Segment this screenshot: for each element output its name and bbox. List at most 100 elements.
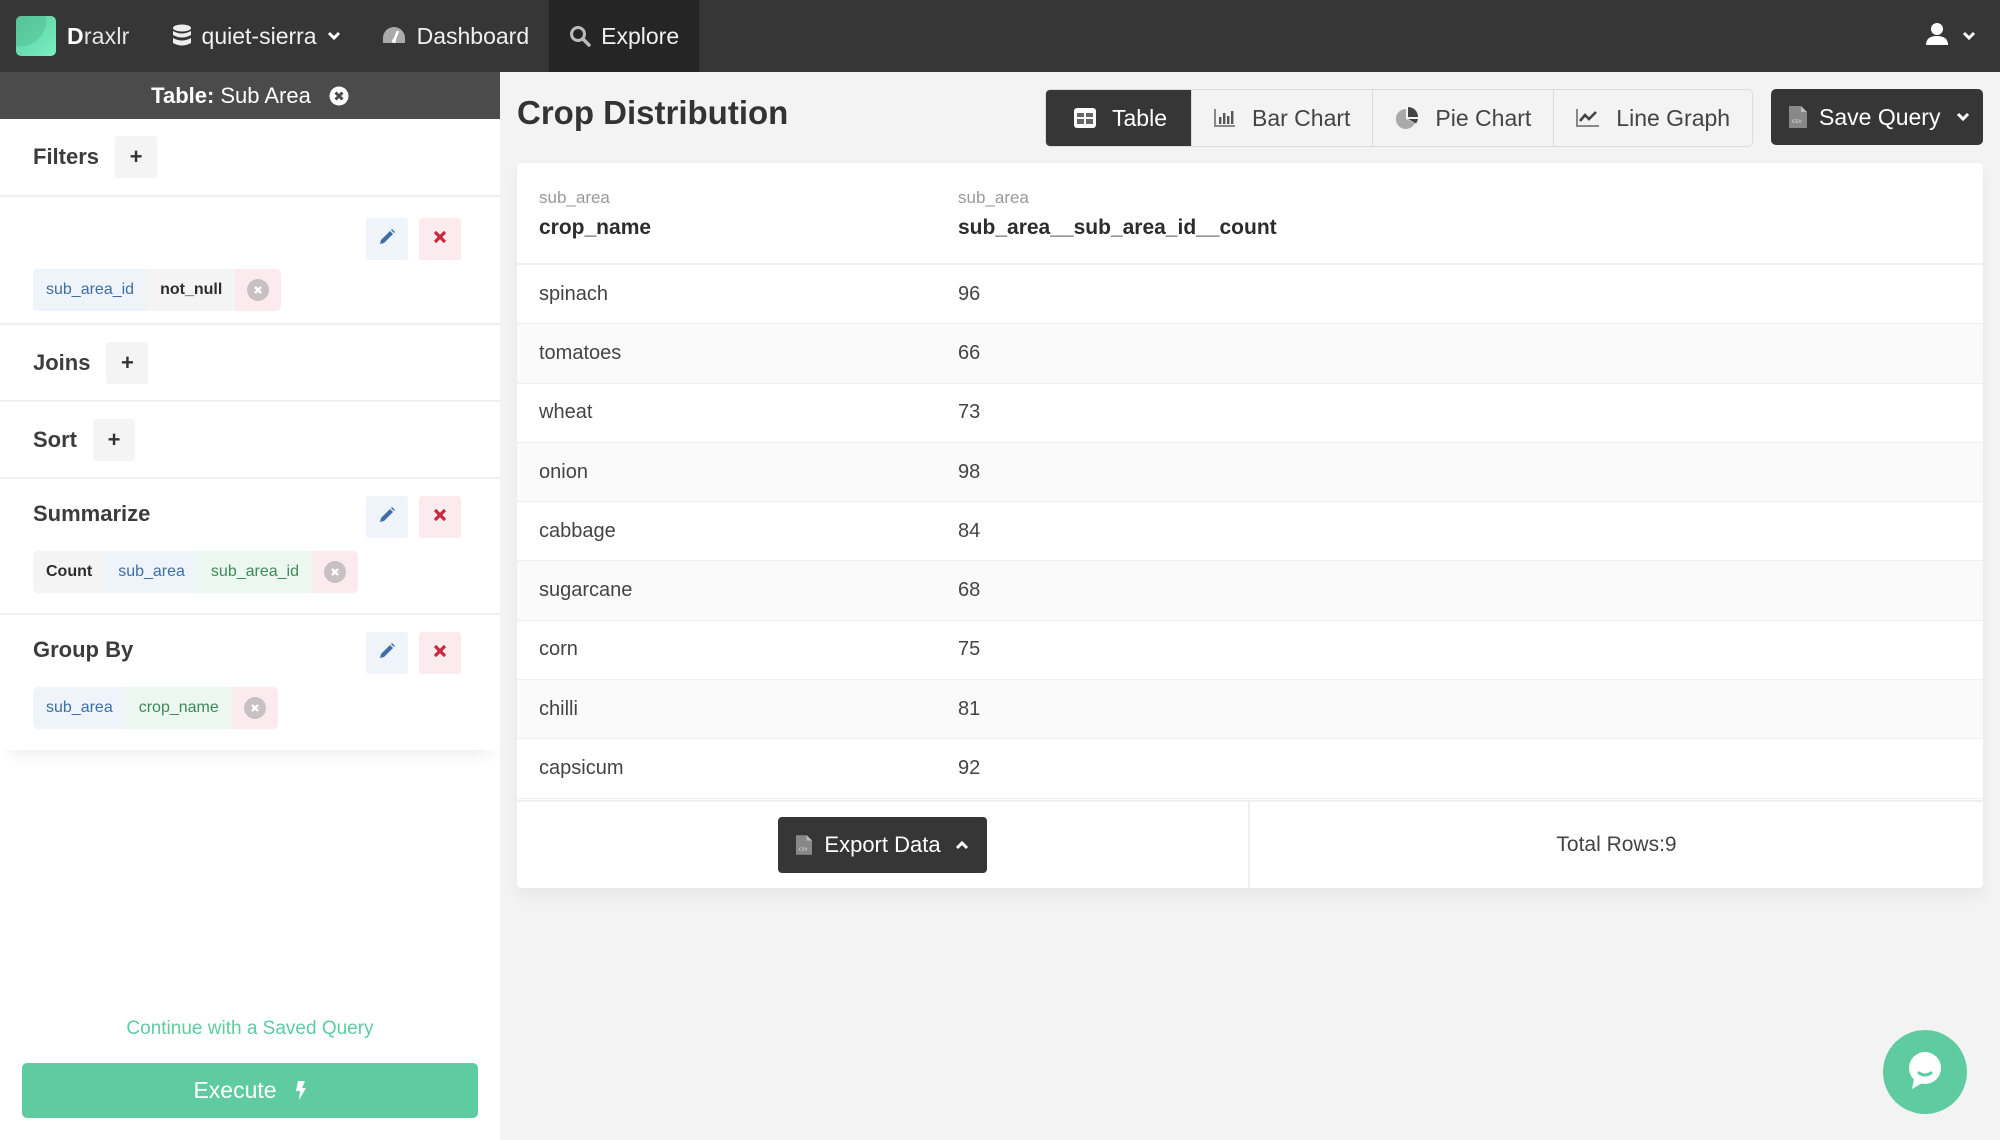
close-icon	[433, 644, 447, 663]
table-row[interactable]: cabbage 84	[517, 502, 1983, 562]
filter-operator-chip[interactable]: not_null	[147, 269, 236, 311]
delete-summarize-button[interactable]	[419, 496, 461, 538]
chat-support-button[interactable]	[1883, 1030, 1967, 1114]
search-icon	[569, 25, 591, 47]
svg-text:csv: csv	[799, 846, 808, 852]
table-name: Sub Area	[220, 82, 311, 108]
group-by-actions	[366, 632, 461, 674]
remove-circle-icon	[324, 561, 346, 583]
filters-header: Filters +	[33, 119, 467, 195]
remove-filter-chip[interactable]	[235, 269, 282, 311]
remove-summarize-chip[interactable]	[312, 551, 358, 593]
table-body: spinach 96 tomatoes 66 wheat 73 onion 98 cabbage…	[517, 265, 1983, 799]
group-by-title: Group By	[33, 637, 134, 662]
table-row[interactable]: sugarcane 68	[517, 561, 1983, 621]
crop-name-cell: wheat	[539, 401, 593, 424]
table-row[interactable]: tomatoes 66	[517, 324, 1983, 384]
crop-name-cell: tomatoes	[539, 341, 622, 364]
count-cell: 92	[958, 757, 981, 780]
delete-filter-button[interactable]	[419, 218, 461, 260]
close-icon	[433, 230, 447, 249]
clear-table-icon[interactable]	[329, 86, 349, 106]
chevron-down-icon	[327, 31, 341, 41]
csv-file-icon: csv	[1789, 106, 1807, 128]
edit-group-by-button[interactable]	[366, 632, 408, 674]
chevron-down-icon	[1956, 112, 1970, 122]
table-footer: csv Export Data Total Rows:9	[517, 800, 1983, 888]
table-row[interactable]: capsicum 92	[517, 739, 1983, 799]
crop-name-cell: chilli	[539, 697, 578, 720]
summarize-function-chip[interactable]: Count	[33, 551, 106, 593]
column-header[interactable]: sub_area crop_name	[517, 163, 958, 263]
group-by-table-chip[interactable]: sub_area	[33, 687, 126, 729]
edit-summarize-button[interactable]	[366, 496, 408, 538]
remove-circle-icon	[243, 697, 266, 719]
count-cell: 81	[958, 697, 981, 720]
edit-filter-button[interactable]	[366, 218, 408, 260]
database-selector[interactable]: quiet-sierra	[152, 0, 361, 72]
sort-header: Sort +	[33, 402, 467, 478]
page-title: Crop Distribution	[517, 94, 789, 131]
group-by-chip-group: sub_area crop_name	[33, 687, 278, 729]
summarize-section: Summarize Count sub_area sub_area_id	[0, 479, 500, 615]
count-cell: 98	[958, 460, 981, 483]
table-icon	[1074, 108, 1096, 128]
joins-section: Joins +	[0, 325, 500, 402]
tab-bar-chart-label: Bar Chart	[1251, 104, 1351, 131]
svg-text:csv: csv	[1792, 118, 1802, 125]
joins-title: Joins	[33, 350, 91, 375]
add-sort-button[interactable]: +	[93, 419, 135, 461]
filter-item: sub_area_id not_null	[0, 195, 500, 325]
chevron-down-icon	[1962, 31, 1976, 41]
continue-saved-query-link[interactable]: Continue with a Saved Query	[0, 1018, 500, 1040]
column-table-name: sub_area	[539, 188, 610, 207]
filter-actions	[366, 218, 461, 260]
column-name: crop_name	[539, 216, 652, 239]
column-header[interactable]: sub_area sub_area__sub_area_id__count	[958, 163, 1983, 263]
save-query-button[interactable]: csv Save Query	[1771, 89, 1983, 145]
crop-name-cell: cabbage	[539, 519, 616, 542]
dashboard-gauge-icon	[381, 25, 407, 47]
nav-dashboard[interactable]: Dashboard	[361, 0, 550, 72]
pie-chart-icon	[1395, 106, 1419, 130]
count-cell: 73	[958, 401, 981, 424]
summarize-table-chip[interactable]: sub_area	[105, 551, 198, 593]
table-row[interactable]: corn 75	[517, 621, 1983, 681]
table-row[interactable]: onion 98	[517, 442, 1983, 503]
table-row[interactable]: spinach 96	[517, 265, 1983, 325]
lightning-bolt-icon	[295, 1080, 307, 1101]
summarize-actions	[366, 496, 461, 538]
tab-pie-chart[interactable]: Pie Chart	[1373, 90, 1555, 146]
add-filter-button[interactable]: +	[115, 136, 158, 178]
bar-chart-icon	[1213, 108, 1236, 128]
nav-explore[interactable]: Explore	[549, 0, 700, 72]
table-row[interactable]: chilli 81	[517, 680, 1983, 740]
crop-name-cell: onion	[539, 460, 588, 483]
delete-group-by-button[interactable]	[419, 632, 461, 674]
user-icon	[1926, 22, 1948, 51]
execute-button[interactable]: Execute	[22, 1063, 478, 1118]
nav-explore-label: Explore	[601, 22, 680, 49]
tab-table[interactable]: Table	[1046, 90, 1192, 146]
add-join-button[interactable]: +	[106, 342, 149, 384]
chat-icon	[1904, 1049, 1946, 1096]
summarize-column-chip[interactable]: sub_area_id	[197, 551, 312, 593]
tab-line-graph[interactable]: Line Graph	[1554, 90, 1752, 146]
database-icon	[172, 24, 192, 48]
summarize-title: Summarize	[33, 501, 151, 526]
pencil-icon	[378, 642, 396, 665]
brand[interactable]: Draxlr	[0, 0, 152, 72]
group-by-section: Group By sub_area crop_name	[0, 615, 500, 750]
tab-bar-chart[interactable]: Bar Chart	[1192, 90, 1374, 146]
export-data-button[interactable]: csv Export Data	[778, 817, 987, 873]
execute-label: Execute	[193, 1077, 277, 1103]
remove-group-by-chip[interactable]	[231, 687, 278, 729]
filter-column-chip[interactable]: sub_area_id	[33, 269, 148, 311]
close-icon	[433, 508, 447, 527]
group-by-column-chip[interactable]: crop_name	[125, 687, 232, 729]
sort-section: Sort +	[0, 402, 500, 479]
selected-table-bar: Table: Sub Area	[0, 72, 500, 119]
table-row[interactable]: wheat 73	[517, 384, 1983, 443]
filters-section: Filters +	[0, 119, 500, 195]
user-menu[interactable]	[1926, 0, 2000, 72]
